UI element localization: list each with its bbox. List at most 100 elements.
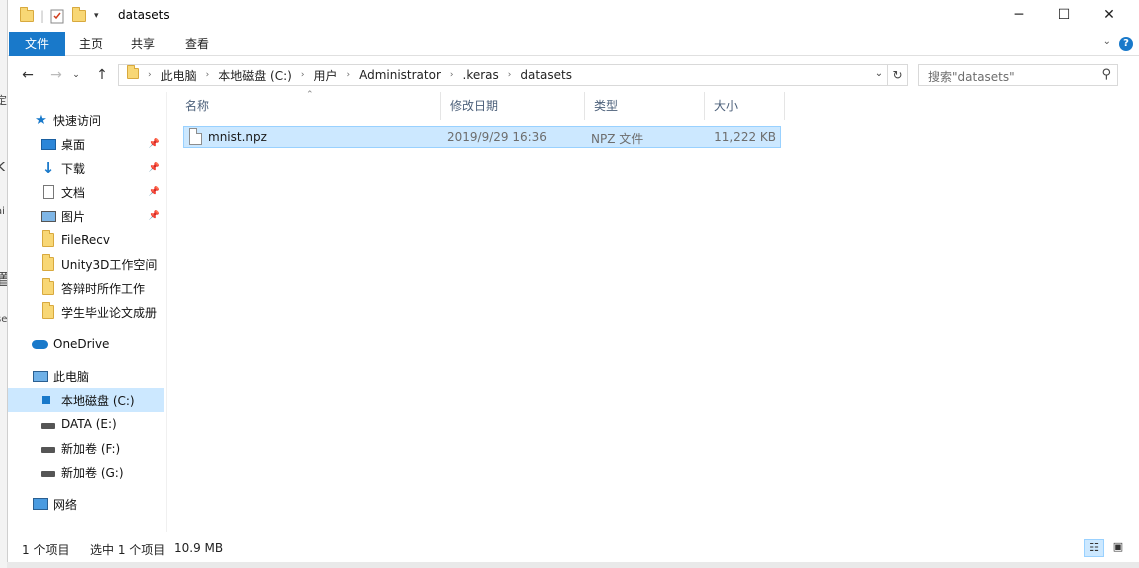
background-window-edge: 定 k ai 置 se	[0, 0, 7, 568]
sidebar-item-drive-g[interactable]: 新加卷 (G:)	[8, 460, 164, 484]
sidebar-item-label: 学生毕业论文成册	[61, 305, 158, 320]
tab-home[interactable]: 主页	[66, 32, 116, 56]
properties-icon[interactable]	[50, 6, 64, 26]
desktop-icon	[40, 136, 56, 152]
sidebar-item-documents[interactable]: 文档 📌	[8, 180, 164, 204]
breadcrumb-users[interactable]: 用户	[313, 67, 337, 84]
system-drive-icon	[40, 392, 56, 408]
sidebar-item-drive-f[interactable]: 新加卷 (F:)	[8, 436, 164, 460]
breadcrumb-separator-icon[interactable]: ›	[450, 70, 454, 80]
breadcrumb-datasets[interactable]: datasets	[520, 68, 572, 82]
file-size: 11,222 KB	[714, 130, 776, 144]
breadcrumb-separator-icon[interactable]: ›	[301, 70, 305, 80]
sidebar-item-filerecv[interactable]: FileRecv	[8, 228, 164, 252]
folder-icon	[40, 230, 56, 248]
back-arrow-icon[interactable]: ←	[18, 65, 38, 85]
sidebar-item-label: 桌面	[61, 137, 86, 152]
close-button[interactable]: ✕	[1086, 0, 1132, 30]
sidebar-item-pictures[interactable]: 图片 📌	[8, 204, 164, 228]
address-bar[interactable]: › 此电脑 › 本地磁盘 (C:) › 用户 › Administrator ›…	[118, 64, 888, 86]
selected-count: 选中 1 个项目	[90, 543, 166, 557]
search-input[interactable]: 搜索"datasets" ⚲	[918, 64, 1118, 86]
quick-access-folder-icon[interactable]	[20, 6, 34, 26]
network-icon	[32, 496, 48, 512]
selected-size: 10.9 MB	[174, 541, 224, 555]
column-header-size[interactable]: 大小	[705, 92, 785, 120]
sidebar-item-label: 新加卷 (G:)	[61, 465, 124, 480]
sidebar-item-defense-work[interactable]: 答辩时所作工作	[8, 276, 164, 300]
pin-icon: 📌	[148, 163, 160, 173]
sidebar-item-onedrive[interactable]: OneDrive	[8, 332, 164, 356]
forward-arrow-icon[interactable]: →	[46, 65, 66, 85]
sidebar-item-unity3d[interactable]: Unity3D工作空间	[8, 252, 164, 276]
download-icon: ↓	[41, 159, 55, 177]
sidebar-item-this-pc[interactable]: 此电脑	[8, 364, 164, 388]
details-view-icon[interactable]: ☷	[1084, 539, 1104, 557]
sidebar-item-label: 答辩时所作工作	[61, 281, 146, 296]
column-header-name[interactable]: 名称	[176, 92, 441, 120]
breadcrumb-keras[interactable]: .keras	[463, 68, 499, 82]
file-icon	[189, 128, 202, 145]
tab-view[interactable]: 查看	[172, 32, 222, 56]
pin-icon: 📌	[148, 187, 160, 197]
breadcrumb-separator-icon[interactable]: ›	[148, 70, 152, 80]
sidebar-item-thesis-collection[interactable]: 学生毕业论文成册	[8, 300, 164, 324]
folder-icon	[40, 254, 56, 272]
refresh-icon[interactable]: ↻	[888, 64, 908, 86]
navigation-pane: ★ 快速访问 桌面 📌 ↓ 下载 📌 文档 📌 图片 📌 FileRecv Un…	[8, 92, 166, 532]
window-title: datasets	[118, 8, 170, 22]
navigation-bar: ← → ⌄ ↑ › 此电脑 › 本地磁盘 (C:) › 用户 › Adminis…	[8, 60, 1139, 90]
breadcrumb-separator-icon[interactable]: ›	[206, 70, 210, 80]
drive-icon	[40, 464, 56, 480]
tab-share[interactable]: 共享	[118, 32, 168, 56]
search-icon[interactable]: ⚲	[1101, 67, 1111, 82]
table-row[interactable]: mnist.npz 2019/9/29 16:36 NPZ 文件 11,222 …	[183, 126, 781, 148]
breadcrumb-c-drive[interactable]: 本地磁盘 (C:)	[218, 67, 292, 84]
file-modified: 2019/9/29 16:36	[447, 130, 547, 144]
address-folder-icon	[127, 65, 139, 82]
breadcrumb-separator-icon[interactable]: ›	[508, 70, 512, 80]
folder-icon	[40, 278, 56, 296]
file-name: mnist.npz	[208, 130, 267, 144]
computer-icon	[32, 368, 48, 384]
sidebar-item-quick-access[interactable]: ★ 快速访问	[8, 108, 164, 132]
star-icon: ★	[35, 112, 47, 128]
breadcrumb-separator-icon[interactable]: ›	[346, 70, 350, 80]
sidebar-item-network[interactable]: 网络	[8, 492, 164, 516]
sidebar-item-label: FileRecv	[61, 233, 110, 247]
sidebar-item-drive-e[interactable]: DATA (E:)	[8, 412, 164, 436]
sidebar-item-label: 此电脑	[53, 369, 90, 384]
sidebar-item-downloads[interactable]: ↓ 下载 📌	[8, 156, 164, 180]
explorer-window: | ▾ datasets ─ ☐ ✕ 文件 主页 共享 查看 ⌄ ? ← → ⌄…	[7, 0, 1139, 562]
sidebar-item-label: 新加卷 (F:)	[61, 441, 121, 456]
file-list: ⌃ 名称 修改日期 类型 大小 mnist.npz 2019/9/29 16:3…	[176, 90, 1126, 532]
drive-icon	[40, 440, 56, 456]
minimize-button[interactable]: ─	[996, 0, 1042, 30]
qa-separator: |	[40, 9, 45, 23]
title-bar: | ▾ datasets ─ ☐ ✕	[8, 0, 1139, 32]
pictures-icon	[40, 208, 56, 224]
address-dropdown-icon[interactable]: ⌄	[870, 64, 888, 86]
new-folder-icon[interactable]	[72, 6, 86, 26]
column-header-type[interactable]: 类型	[585, 92, 705, 120]
sidebar-item-desktop[interactable]: 桌面 📌	[8, 132, 164, 156]
sidebar-item-drive-c[interactable]: 本地磁盘 (C:)	[8, 388, 164, 412]
help-icon[interactable]: ?	[1119, 37, 1133, 51]
search-placeholder: 搜索"datasets"	[928, 70, 1015, 84]
sidebar-item-label: 快速访问	[53, 113, 102, 128]
breadcrumb-administrator[interactable]: Administrator	[359, 68, 441, 82]
expand-ribbon-icon[interactable]: ⌄	[1103, 36, 1111, 47]
tab-file[interactable]: 文件	[9, 32, 65, 56]
large-icons-view-icon[interactable]: ▣	[1108, 539, 1128, 557]
customize-qa-dropdown-icon[interactable]: ▾	[94, 6, 99, 26]
breadcrumb-this-pc[interactable]: 此电脑	[161, 67, 197, 84]
column-header-modified[interactable]: 修改日期	[441, 92, 585, 120]
sidebar-item-label: 图片	[61, 209, 86, 224]
maximize-button[interactable]: ☐	[1041, 0, 1087, 30]
pane-divider[interactable]	[166, 92, 167, 532]
up-arrow-icon[interactable]: ↑	[92, 65, 112, 85]
file-type: NPZ 文件	[591, 132, 644, 146]
status-bar: 1 个项目 选中 1 个项目 10.9 MB ☷ ▣	[8, 536, 1139, 562]
recent-locations-chevron-icon[interactable]: ⌄	[66, 65, 86, 85]
pin-icon: 📌	[148, 211, 160, 221]
